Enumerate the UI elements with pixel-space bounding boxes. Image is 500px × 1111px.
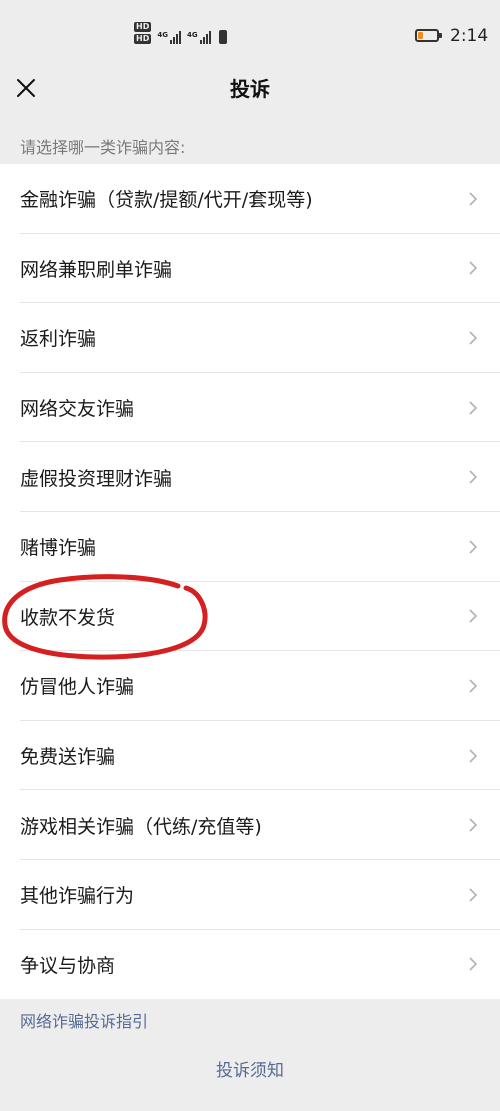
list-item[interactable]: 赌博诈骗 [0,512,500,582]
list-item[interactable]: 收款不发货 [0,582,500,652]
status-bar: HD HD 4G 4G 2:14 [0,0,500,62]
list-item-label: 虚假投资理财诈骗 [20,467,173,490]
chevron-right-icon [469,818,478,832]
cellular-signal-icon: 4G [187,31,211,44]
cellular-signal-icon: 4G [157,31,181,44]
chevron-right-icon [469,261,478,275]
battery-level [418,32,423,39]
list-item-label: 收款不发货 [20,606,116,629]
list-item-label: 游戏相关诈骗（代练/充值等) [20,815,262,838]
section-title: 请选择哪一类诈骗内容: [20,138,186,157]
network-type-label: 4G [157,31,168,39]
list-item-label: 金融诈骗（贷款/提额/代开/套现等) [20,189,313,212]
hd-badge: HD [134,34,152,44]
hd-indicators: HD HD [134,22,152,44]
list-item[interactable]: 网络交友诈骗 [0,373,500,443]
close-icon [17,79,35,97]
list-item[interactable]: 争议与协商 [0,930,500,1000]
list-item[interactable]: 虚假投资理财诈骗 [0,442,500,512]
chevron-right-icon [469,331,478,345]
list-item-label: 免费送诈骗 [20,746,116,769]
network-type-label: 4G [186,31,198,39]
close-button[interactable] [12,74,40,102]
notice-link[interactable]: 投诉须知 [216,1061,284,1081]
list-item-label: 网络兼职刷单诈骗 [20,258,173,281]
nav-bar: 投诉 [0,62,500,118]
chevron-right-icon [469,192,478,206]
list-item[interactable]: 返利诈骗 [0,303,500,373]
hd-badge: HD [134,22,152,32]
list-item[interactable]: 免费送诈骗 [0,721,500,791]
list-item-label: 网络交友诈骗 [20,398,135,421]
chevron-right-icon [469,470,478,484]
chevron-right-icon [469,957,478,971]
list-item[interactable]: 其他诈骗行为 [0,860,500,930]
list-item[interactable]: 游戏相关诈骗（代练/充值等) [0,790,500,860]
list-item-label: 仿冒他人诈骗 [20,676,135,699]
chevron-right-icon [469,401,478,415]
list-item[interactable]: 金融诈骗（贷款/提额/代开/套现等) [0,164,500,234]
page-title: 投诉 [230,77,270,101]
list-item[interactable]: 仿冒他人诈骗 [0,651,500,721]
fraud-category-list: 金融诈骗（贷款/提额/代开/套现等) 网络兼职刷单诈骗 返利诈骗 网络交友诈骗 … [0,164,500,999]
list-item-label: 其他诈骗行为 [20,885,135,908]
list-item-label: 争议与协商 [20,954,116,977]
chevron-right-icon [469,609,478,623]
chevron-right-icon [469,679,478,693]
list-item-label: 返利诈骗 [20,328,97,351]
guide-link[interactable]: 网络诈骗投诉指引 [20,1010,148,1034]
chevron-right-icon [469,748,478,763]
signal-indicators: HD HD 4G 4G [134,22,227,44]
notice-bar: 投诉须知 [0,1058,500,1084]
list-item[interactable]: 网络兼职刷单诈骗 [0,234,500,304]
battery-icon [415,29,442,42]
list-item-label: 赌博诈骗 [20,537,97,560]
chevron-right-icon [469,888,478,902]
sim-card-icon [218,30,227,44]
status-time: 2:14 [450,26,489,46]
chevron-right-icon [469,540,478,554]
